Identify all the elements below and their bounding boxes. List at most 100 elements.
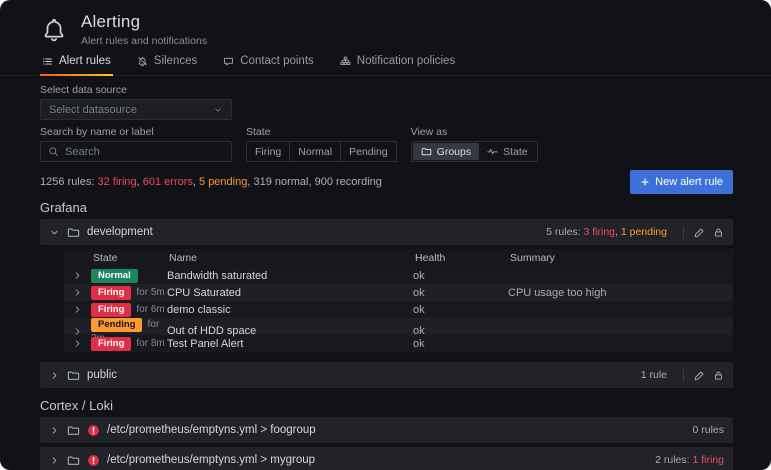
tab-contact-points[interactable]: Contact points xyxy=(221,49,316,75)
section-title-grafana: Grafana xyxy=(0,194,771,219)
expand-row-icon[interactable] xyxy=(72,326,83,337)
group-name: /etc/prometheus/emptyns.yml > foogroup xyxy=(107,424,316,436)
state-normal-button[interactable]: Normal xyxy=(290,141,341,162)
state-badge: Firing xyxy=(91,286,131,300)
table-row[interactable]: Firingfor 6m demo classic ok xyxy=(64,301,733,318)
expand-group-icon[interactable] xyxy=(49,455,60,466)
rule-group-development[interactable]: development 5 rules: 3 firing, 1 pending xyxy=(40,219,733,245)
tab-label: Silences xyxy=(154,55,197,67)
group-stats: 2 rules: 1 firing xyxy=(655,454,724,466)
lock-icon xyxy=(713,227,724,238)
rules-summary: 1256 rules: 32 firing, 601 errors, 5 pen… xyxy=(40,176,382,188)
tab-alert-rules[interactable]: Alert rules xyxy=(40,49,113,75)
lock-icon xyxy=(713,370,724,381)
state-duration: for 6m xyxy=(136,304,164,315)
viewas-state-button[interactable]: State xyxy=(479,143,536,160)
pulse-icon xyxy=(487,146,498,157)
expand-group-icon[interactable] xyxy=(49,370,60,381)
sitemap-icon xyxy=(340,56,351,67)
error-icon xyxy=(87,454,100,467)
rules-table: State Name Health Summary Normal Bandwid… xyxy=(64,249,733,352)
rule-name: demo classic xyxy=(167,304,413,316)
search-icon xyxy=(48,146,59,157)
table-header: State Name Health Summary xyxy=(64,249,733,267)
folder-icon xyxy=(67,454,80,467)
edit-icon[interactable] xyxy=(694,227,705,238)
table-row[interactable]: Pendingfor 2m Out of HDD space ok xyxy=(64,318,733,335)
state-badge: Normal xyxy=(91,269,138,283)
folder-icon xyxy=(421,146,432,157)
new-alert-rule-label: New alert rule xyxy=(655,176,723,188)
folder-icon xyxy=(67,424,80,437)
viewas-label: View as xyxy=(411,126,538,138)
error-icon xyxy=(87,424,100,437)
state-badge: Pending xyxy=(91,318,142,332)
search-label: Search by name or label xyxy=(40,126,232,138)
section-title-cortex-loki: Cortex / Loki xyxy=(0,392,771,417)
col-state: State xyxy=(91,252,167,264)
viewas-groups-button[interactable]: Groups xyxy=(413,143,479,160)
rule-summary: CPU usage too high xyxy=(508,287,733,299)
state-pending-button[interactable]: Pending xyxy=(341,141,397,162)
state-filter-group: Firing Normal Pending xyxy=(246,141,397,162)
expand-group-icon[interactable] xyxy=(49,425,60,436)
folder-icon xyxy=(67,369,80,382)
expand-row-icon[interactable] xyxy=(72,270,83,281)
filters-panel: Select data source Select datasource Sea… xyxy=(0,76,771,162)
col-health: Health xyxy=(413,252,508,264)
search-input[interactable] xyxy=(65,146,224,158)
viewas-group: Groups State xyxy=(411,141,538,162)
expand-row-icon[interactable] xyxy=(72,304,83,315)
comment-icon xyxy=(223,56,234,67)
expand-row-icon[interactable] xyxy=(72,338,83,349)
rule-group-mygroup[interactable]: /etc/prometheus/emptyns.yml > mygroup 2 … xyxy=(40,447,733,470)
state-duration: for 5m xyxy=(136,287,164,298)
tab-label: Alert rules xyxy=(59,55,111,67)
tab-notification-policies[interactable]: Notification policies xyxy=(338,49,457,75)
rule-health: ok xyxy=(413,325,508,337)
folder-icon xyxy=(67,226,80,239)
table-row[interactable]: Firing for 5m CPU Saturated ok CPU usage … xyxy=(64,284,733,301)
plus-icon xyxy=(640,177,650,187)
group-stats: 5 rules: 3 firing, 1 pending xyxy=(546,226,667,238)
tab-silences[interactable]: Silences xyxy=(135,49,199,75)
rule-name: Out of HDD space xyxy=(167,325,413,337)
chevron-down-icon xyxy=(213,105,223,115)
group-stats: 0 rules xyxy=(692,424,724,436)
viewas-groups-label: Groups xyxy=(437,146,471,158)
group-actions xyxy=(683,369,724,382)
expand-row-icon[interactable] xyxy=(72,287,83,298)
group-actions xyxy=(683,226,724,239)
state-firing-button[interactable]: Firing xyxy=(246,141,290,162)
alerting-page: Alerting Alert rules and notifications A… xyxy=(0,0,771,470)
rule-name: CPU Saturated xyxy=(167,287,413,299)
rule-group-foogroup[interactable]: /etc/prometheus/emptyns.yml > foogroup 0… xyxy=(40,417,733,443)
tab-label: Notification policies xyxy=(357,55,455,67)
tab-bar: Alert rules Silences Contact points Noti… xyxy=(0,49,771,76)
table-row[interactable]: Firingfor 8m Test Panel Alert ok xyxy=(64,335,733,352)
datasource-select-value: Select datasource xyxy=(49,104,137,116)
bell-slash-icon xyxy=(137,56,148,67)
rule-health: ok xyxy=(413,287,508,299)
datasource-select[interactable]: Select datasource xyxy=(40,99,232,120)
state-filter-label: State xyxy=(246,126,397,138)
group-name: development xyxy=(87,226,153,238)
rule-health: ok xyxy=(413,338,508,350)
rule-group-public[interactable]: public 1 rule xyxy=(40,362,733,388)
collapse-group-icon[interactable] xyxy=(49,227,60,238)
group-name: /etc/prometheus/emptyns.yml > mygroup xyxy=(107,454,315,466)
page-title: Alerting xyxy=(81,12,207,32)
page-header: Alerting Alert rules and notifications xyxy=(0,0,771,47)
rule-name: Bandwidth saturated xyxy=(167,270,413,282)
state-badge: Firing xyxy=(91,303,131,317)
viewas-state-label: State xyxy=(503,146,528,158)
edit-icon[interactable] xyxy=(694,370,705,381)
table-row[interactable]: Normal Bandwidth saturated ok xyxy=(64,267,733,284)
col-name: Name xyxy=(167,252,413,264)
rule-health: ok xyxy=(413,270,508,282)
datasource-label: Select data source xyxy=(40,84,733,96)
page-subtitle: Alert rules and notifications xyxy=(81,35,207,47)
state-duration: for 8m xyxy=(136,338,164,349)
new-alert-rule-button[interactable]: New alert rule xyxy=(630,170,733,194)
list-icon xyxy=(42,56,53,67)
